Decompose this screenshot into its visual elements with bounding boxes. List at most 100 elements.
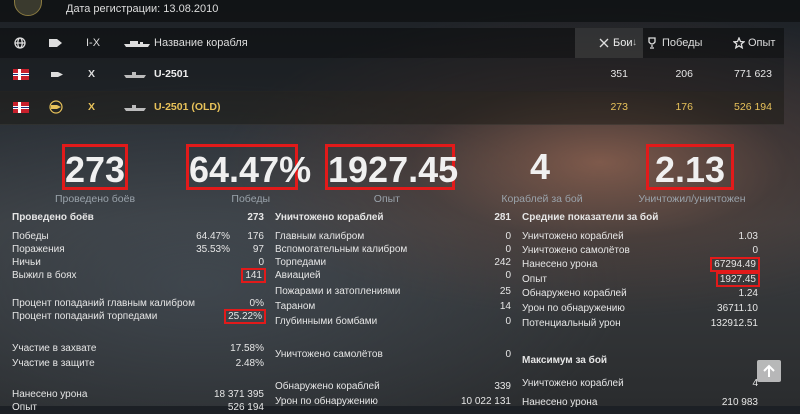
scroll-to-top-button[interactable] <box>757 360 781 382</box>
big-stat-kd-label: Уничтожил/уничтожен <box>638 193 746 205</box>
ship-silhouette-icon <box>124 72 146 78</box>
max-damage-label: Нанесено урона <box>522 397 598 408</box>
kills-secondary-label: Вспомогательным калибром <box>275 244 408 255</box>
big-stat-battles: 273 <box>62 144 128 190</box>
damage-value: 18 371 395 <box>213 389 264 400</box>
kills-secondary-value: 0 <box>505 244 511 255</box>
ship-wins: 206 <box>675 68 693 80</box>
battles-table-title: Проведено боёв <box>12 212 94 223</box>
damage-label: Нанесено урона <box>12 389 88 400</box>
norway-flag-icon <box>13 102 29 113</box>
ship-silhouette-icon <box>124 41 150 47</box>
max-damage-value: 210 983 <box>721 397 758 408</box>
ship-exp: 771 623 <box>734 68 772 80</box>
trophy-icon <box>648 37 656 49</box>
defense-value: 2.48% <box>235 358 264 369</box>
max-kills-label: Уничтожено кораблей <box>522 378 624 389</box>
spotted-ships-value: 339 <box>494 381 511 392</box>
registration-date: Дата регистрации: 13.08.2010 <box>66 3 219 15</box>
avg-damage-label: Нанесено урона <box>522 259 598 270</box>
spotted-ships-label: Обнаружено кораблей <box>275 381 380 392</box>
wins-value: 176 <box>247 231 264 242</box>
battles-header-label: Бои <box>613 37 633 49</box>
ship-row[interactable]: X U-2501 351 206 771 623 <box>0 58 784 92</box>
losses-value: 97 <box>252 244 264 255</box>
big-stat-kd: 2.13 <box>646 144 734 190</box>
sort-arrow-icon: ↓ <box>632 37 637 48</box>
main-battery-hit-label: Процент попаданий главным калибром <box>12 298 195 309</box>
ship-name[interactable]: U-2501 (OLD) <box>154 91 221 124</box>
ship-row[interactable]: X U-2501 (OLD) 273 176 526 194 <box>0 91 784 125</box>
ship-battles: 273 <box>610 101 628 113</box>
kills-torpedo-label: Торпедами <box>275 257 327 268</box>
avg-damage-value: 67294.49 <box>710 257 760 272</box>
kills-fire-value: 25 <box>499 286 511 297</box>
ship-class-icon[interactable] <box>48 37 64 49</box>
max-table-title: Максимум за бой <box>522 355 608 366</box>
avg-spotting-damage-value: 36711.10 <box>717 303 758 314</box>
arrow-up-icon <box>763 364 775 377</box>
norway-flag-icon <box>13 69 29 80</box>
defense-label: Участие в защите <box>12 358 95 369</box>
kills-aviation-value: 0 <box>505 270 511 281</box>
avg-potential-damage-value: 132912.51 <box>710 318 758 329</box>
kills-aviation-label: Авиацией <box>275 270 321 281</box>
exp-label: Опыт <box>12 402 37 413</box>
big-stat-ships-per-battle: 4 <box>529 146 551 187</box>
big-stat-ships-per-battle-label: Кораблей за бой <box>501 193 583 205</box>
ship-battles: 351 <box>610 68 628 80</box>
ship-name[interactable]: U-2501 <box>154 58 188 91</box>
big-stat-exp: 1927.45 <box>325 144 458 190</box>
kills-fire-label: Пожарами и затоплениями <box>275 286 401 297</box>
losses-pct: 35.53% <box>196 244 230 255</box>
big-stat-exp-label: Опыт <box>373 193 400 205</box>
average-stats-table: Средние показатели за бой Уничтожено кор… <box>522 210 760 408</box>
table-header: I-X Название корабля Бои ↓ Победы Опыт <box>0 28 784 58</box>
battles-stats-table: Проведено боёв 273 Победы 64.47% 176 Пор… <box>12 210 266 413</box>
wins-column-header[interactable]: Победы <box>662 28 702 58</box>
ship-wins: 176 <box>675 101 693 113</box>
torpedo-hit-label: Процент попаданий торпедами <box>12 311 158 322</box>
average-table-title: Средние показатели за бой <box>522 212 659 223</box>
battles-table-total: 273 <box>247 212 264 223</box>
draws-label: Ничьи <box>12 257 41 268</box>
planes-destroyed-label: Уничтожено самолётов <box>275 349 383 360</box>
big-stat-battles-label: Проведено боёв <box>54 193 136 205</box>
big-stat-wins: 64.47% <box>186 144 311 190</box>
kills-stats-table: Уничтожено кораблей 281 Главным калибром… <box>275 210 511 407</box>
exp-value: 526 194 <box>227 402 264 413</box>
exp-column-header[interactable]: Опыт <box>748 28 775 58</box>
ship-tier: X <box>88 68 96 80</box>
ship-exp: 526 194 <box>734 101 772 113</box>
avg-planes-value: 0 <box>752 245 758 256</box>
kills-table-title: Уничтожено кораблей <box>275 212 384 223</box>
spotting-damage-label: Урон по обнаружению <box>275 396 378 407</box>
survived-value: 141 <box>241 268 266 283</box>
submarine-class-icon <box>51 72 63 77</box>
avg-exp-value: 1927.45 <box>715 272 760 287</box>
star-icon <box>733 37 745 49</box>
wins-pct: 64.47% <box>196 231 230 242</box>
kills-main-value: 0 <box>505 231 511 242</box>
battles-column-header[interactable]: Бои ↓ <box>575 28 643 58</box>
spotting-damage-value: 10 022 131 <box>460 396 511 407</box>
avg-kills-value: 1.03 <box>738 231 758 242</box>
torpedo-hit-value: 25.22% <box>224 309 266 324</box>
capture-label: Участие в захвате <box>12 343 97 354</box>
kills-depth-charge-label: Глубинными бомбами <box>275 316 378 327</box>
kills-table-total: 281 <box>494 212 511 223</box>
planes-destroyed-value: 0 <box>505 349 511 360</box>
big-stat-wins-label: Победы <box>231 193 270 205</box>
ship-name-column-header[interactable]: Название корабля <box>154 28 248 58</box>
losses-label: Поражения <box>12 244 65 255</box>
kills-main-label: Главным калибром <box>275 231 365 242</box>
crossed-swords-icon <box>599 38 609 48</box>
ship-silhouette-icon <box>124 105 146 111</box>
submarine-class-legacy-icon <box>49 100 63 114</box>
avg-spotted-value: 1.24 <box>738 288 758 299</box>
ship-tier: X <box>88 101 96 113</box>
survived-label: Выжил в боях <box>12 270 77 281</box>
globe-icon[interactable] <box>14 37 26 49</box>
tier-column-header[interactable]: I-X <box>86 28 100 58</box>
avg-spotting-damage-label: Урон по обнаружению <box>522 303 625 314</box>
